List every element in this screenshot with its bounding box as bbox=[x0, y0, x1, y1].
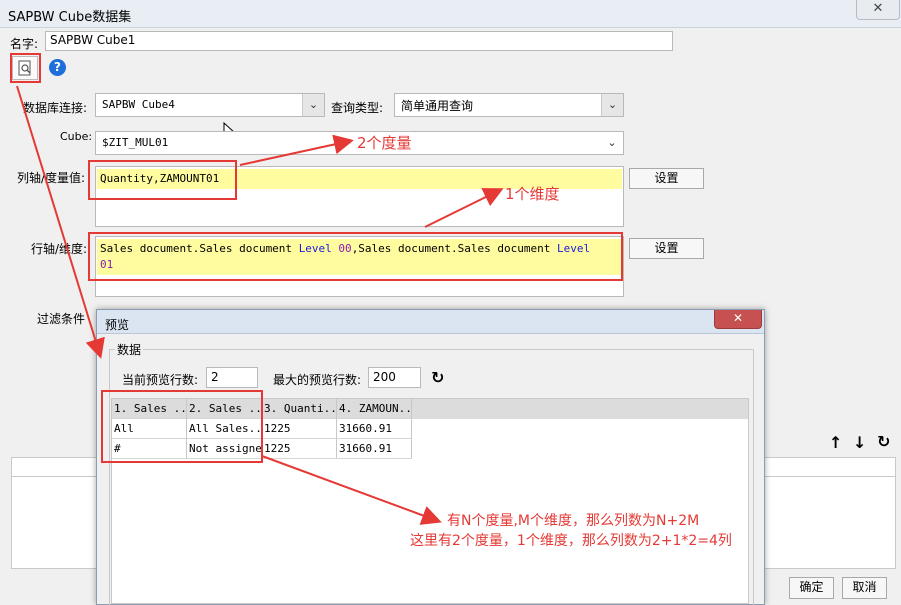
annotation-formula-2: 这里有2个度量，1个维度，那么列数为2+1*2=4列 bbox=[410, 533, 732, 549]
annotation-measures: 2个度量 bbox=[357, 134, 412, 152]
annotation-formula-1: 有N个度量,M个维度，那么列数为N+2M bbox=[447, 513, 700, 529]
annotation-dimension: 1个维度 bbox=[505, 185, 560, 203]
main-window: SAPBW Cube数据集 ✕ 名字: SAPBW Cube1 ? 数据库连接:… bbox=[0, 0, 901, 605]
